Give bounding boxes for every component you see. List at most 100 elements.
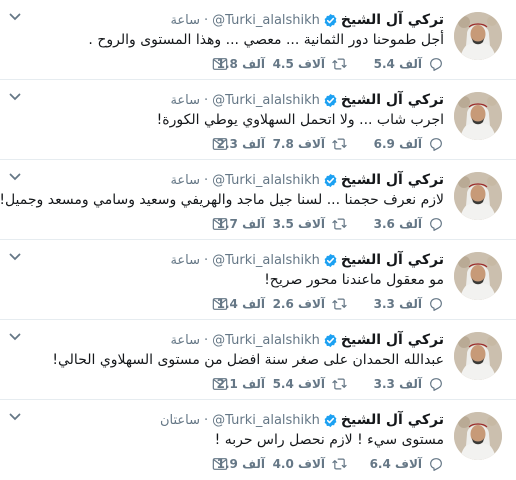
message-icon	[212, 297, 228, 311]
reply-icon	[428, 376, 444, 392]
tweet-header: تركي آل الشيخ @Turki_alalshikh · ساعتان	[160, 410, 444, 430]
retweet-icon	[331, 136, 348, 152]
message-icon	[212, 57, 228, 71]
chevron-down-icon[interactable]	[8, 252, 22, 262]
reply-count: 3.3 آلف	[373, 377, 422, 391]
avatar[interactable]	[454, 92, 502, 140]
retweet-count: 7.8 آلاف	[272, 137, 325, 151]
separator-dot: ·	[204, 252, 209, 268]
reply-button[interactable]: 5.4 آلف	[374, 55, 444, 73]
display-name[interactable]: تركي آل الشيخ	[341, 332, 444, 348]
retweet-icon	[331, 376, 348, 392]
chevron-down-icon[interactable]	[8, 412, 22, 422]
user-handle[interactable]: @Turki_alalshikh	[212, 173, 320, 188]
separator-dot: ·	[204, 332, 209, 348]
tweet-card[interactable]: تركي آل الشيخ @Turki_alalshikh · ساعتان …	[0, 400, 516, 480]
reply-count: 6.9 آلف	[373, 137, 422, 151]
reply-icon	[428, 296, 444, 312]
reply-count: 5.4 آلف	[373, 57, 422, 71]
timestamp[interactable]: ساعتان	[160, 413, 200, 428]
avatar[interactable]	[454, 252, 502, 300]
separator-dot: ·	[204, 92, 209, 108]
separator-dot: ·	[204, 172, 209, 188]
avatar[interactable]	[454, 172, 502, 220]
chevron-down-icon[interactable]	[8, 92, 22, 102]
avatar[interactable]	[454, 412, 502, 460]
retweet-count: 5.4 آلاف	[272, 377, 325, 391]
verified-badge-icon	[323, 13, 338, 28]
separator-dot: ·	[204, 12, 209, 28]
user-handle[interactable]: @Turki_alalshikh	[212, 333, 320, 348]
tweet-timeline: تركي آل الشيخ @Turki_alalshikh · ساعة أج…	[0, 0, 516, 480]
retweet-count: 4.5 آلاف	[272, 57, 325, 71]
chevron-down-icon[interactable]	[8, 332, 22, 342]
reply-button[interactable]: 6.9 آلف	[374, 135, 444, 153]
message-button[interactable]	[212, 375, 228, 393]
message-icon	[212, 457, 228, 471]
retweet-icon	[331, 56, 348, 72]
tweet-text: أجل طموحنا دور الثمانية ... معصي ... وهذ…	[88, 32, 444, 48]
reply-button[interactable]: 3.6 آلف	[374, 215, 444, 233]
timestamp[interactable]: ساعة	[170, 93, 200, 108]
timestamp[interactable]: ساعة	[170, 173, 200, 188]
verified-badge-icon	[323, 93, 338, 108]
tweet-card[interactable]: تركي آل الشيخ @Turki_alalshikh · ساعة مو…	[0, 240, 516, 320]
retweet-button[interactable]: 2.6 آلاف	[273, 295, 348, 313]
tweet-text: اجرب شاب ... ولا اتحمل السهلاوي يوطي الك…	[156, 112, 444, 128]
retweet-count: 4.0 آلاف	[272, 457, 325, 471]
user-handle[interactable]: @Turki_alalshikh	[212, 13, 320, 28]
display-name[interactable]: تركي آل الشيخ	[341, 252, 444, 268]
message-button[interactable]	[212, 135, 228, 153]
user-handle[interactable]: @Turki_alalshikh	[212, 413, 320, 428]
message-button[interactable]	[212, 215, 228, 233]
retweet-button[interactable]: 7.8 آلاف	[273, 135, 348, 153]
display-name[interactable]: تركي آل الشيخ	[341, 92, 444, 108]
tweet-header: تركي آل الشيخ @Turki_alalshikh · ساعة	[170, 90, 444, 110]
tweet-header: تركي آل الشيخ @Turki_alalshikh · ساعة	[170, 10, 444, 30]
retweet-icon	[331, 456, 348, 472]
chevron-down-icon[interactable]	[8, 172, 22, 182]
timestamp[interactable]: ساعة	[170, 253, 200, 268]
reply-icon	[428, 216, 444, 232]
message-button[interactable]	[212, 295, 228, 313]
display-name[interactable]: تركي آل الشيخ	[341, 12, 444, 28]
retweet-button[interactable]: 3.5 آلاف	[273, 215, 348, 233]
display-name[interactable]: تركي آل الشيخ	[341, 172, 444, 188]
tweet-header: تركي آل الشيخ @Turki_alalshikh · ساعة	[170, 330, 444, 350]
tweet-card[interactable]: تركي آل الشيخ @Turki_alalshikh · ساعة لا…	[0, 160, 516, 240]
reply-count: 3.3 آلف	[373, 297, 422, 311]
timestamp[interactable]: ساعة	[170, 333, 200, 348]
avatar[interactable]	[454, 12, 502, 60]
tweet-card[interactable]: تركي آل الشيخ @Turki_alalshikh · ساعة عب…	[0, 320, 516, 400]
reply-button[interactable]: 3.3 آلف	[374, 375, 444, 393]
retweet-icon	[331, 216, 348, 232]
tweet-card[interactable]: تركي آل الشيخ @Turki_alalshikh · ساعة أج…	[0, 0, 516, 80]
tweet-text: مو معقول ماعندنا محور صريح!	[264, 272, 444, 288]
timestamp[interactable]: ساعة	[170, 13, 200, 28]
verified-badge-icon	[323, 253, 338, 268]
display-name[interactable]: تركي آل الشيخ	[341, 412, 444, 428]
message-icon	[212, 217, 228, 231]
tweet-card[interactable]: تركي آل الشيخ @Turki_alalshikh · ساعة اج…	[0, 80, 516, 160]
tweet-header: تركي آل الشيخ @Turki_alalshikh · ساعة	[170, 170, 444, 190]
reply-button[interactable]: 6.4 آلاف	[370, 455, 444, 473]
message-button[interactable]	[212, 455, 228, 473]
reply-icon	[428, 136, 444, 152]
tweet-header: تركي آل الشيخ @Turki_alalshikh · ساعة	[170, 250, 444, 270]
avatar[interactable]	[454, 332, 502, 380]
message-icon	[212, 377, 228, 391]
tweet-text: لازم نعرف حجمنا ... لسنا جيل ماجد والهري…	[0, 192, 444, 208]
user-handle[interactable]: @Turki_alalshikh	[212, 93, 320, 108]
user-handle[interactable]: @Turki_alalshikh	[212, 253, 320, 268]
retweet-button[interactable]: 4.0 آلاف	[273, 455, 348, 473]
reply-count: 6.4 آلاف	[369, 457, 422, 471]
tweet-text: عبدالله الحمدان على صغر سنة افضل من مستو…	[52, 352, 444, 368]
retweet-button[interactable]: 5.4 آلاف	[273, 375, 348, 393]
reply-icon	[428, 56, 444, 72]
message-icon	[212, 137, 228, 151]
chevron-down-icon[interactable]	[8, 12, 22, 22]
retweet-button[interactable]: 4.5 آلاف	[273, 55, 348, 73]
reply-count: 3.6 آلف	[373, 217, 422, 231]
message-button[interactable]	[212, 55, 228, 73]
reply-button[interactable]: 3.3 آلف	[374, 295, 444, 313]
